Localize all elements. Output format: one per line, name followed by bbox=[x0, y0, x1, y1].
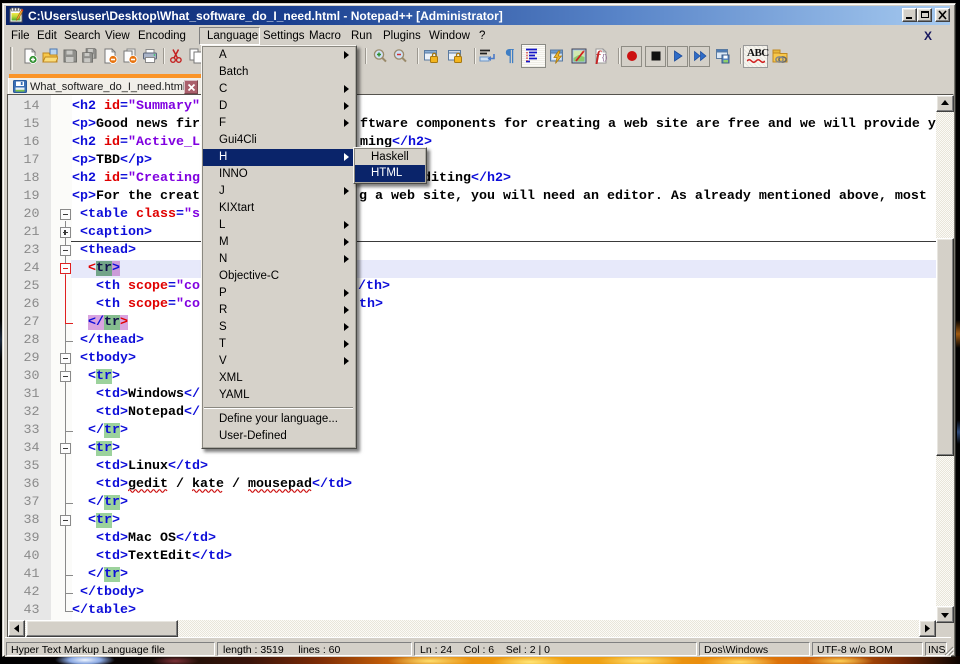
svg-text:{): {) bbox=[602, 53, 608, 62]
